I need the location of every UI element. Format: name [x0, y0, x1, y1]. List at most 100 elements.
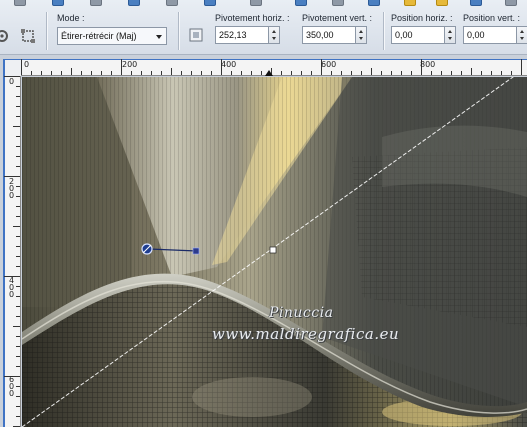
ruler-tick — [171, 68, 172, 75]
ruler-tick — [201, 71, 202, 75]
ruler-tick — [16, 186, 20, 187]
watermark-name: Pinuccia — [269, 305, 334, 321]
ruler-label: 800 — [420, 60, 436, 69]
ruler-tick — [16, 206, 20, 207]
tool-icon[interactable] — [404, 0, 416, 6]
ruler-tick — [16, 356, 20, 357]
ruler-tick — [261, 71, 262, 75]
tool-icon[interactable] — [505, 0, 517, 6]
ruler-label: 0 — [9, 77, 15, 86]
pivot-v-stepper[interactable] — [356, 26, 367, 44]
ruler-tick — [16, 86, 20, 87]
ruler-tick — [16, 336, 20, 337]
ruler-tick — [101, 71, 102, 75]
ruler-tick — [81, 71, 82, 75]
ruler-tick — [16, 266, 20, 267]
ruler-marker-icon — [265, 70, 273, 76]
ruler-tick — [501, 71, 502, 75]
pos-v-label: Position vert. : — [463, 13, 521, 23]
tool-icon[interactable] — [166, 0, 178, 6]
ruler-tick — [431, 71, 432, 75]
tool-icon[interactable] — [332, 0, 344, 6]
ruler-tick — [16, 236, 20, 237]
ruler-tick — [16, 296, 20, 297]
tool-icon[interactable] — [470, 0, 482, 6]
vertical-ruler: 0 2 0 0 4 0 0 6 0 0 — [3, 76, 21, 427]
pick-tool-icon[interactable] — [188, 27, 204, 43]
ruler-tick — [131, 71, 132, 75]
pos-h-label: Position horiz. : — [391, 13, 453, 23]
tool-icon[interactable] — [204, 0, 216, 6]
ruler-tick — [16, 396, 20, 397]
pivot-h-input[interactable]: 252,13 — [215, 26, 269, 44]
mode-dropdown[interactable]: Étirer-rétrécir (Maj) — [57, 27, 167, 45]
chevron-down-icon — [156, 35, 162, 39]
ruler-tick — [91, 71, 92, 75]
ruler-tick — [16, 306, 20, 307]
ruler-tick — [31, 71, 32, 75]
ruler-tick — [191, 71, 192, 75]
ruler-tick — [391, 71, 392, 75]
ruler-tick — [491, 71, 492, 75]
ruler-tick — [111, 71, 112, 75]
ruler-tick — [481, 71, 482, 75]
ruler-tick — [16, 256, 20, 257]
ruler-label: 400 — [221, 60, 237, 69]
tool-icon[interactable] — [368, 0, 380, 6]
ruler-tick — [211, 71, 212, 75]
ruler-tick — [13, 226, 20, 227]
mode-dropdown-value: Étirer-rétrécir (Maj) — [61, 31, 137, 41]
rotate-icon[interactable] — [0, 28, 10, 44]
tool-icon[interactable] — [52, 0, 64, 6]
ruler-tick — [41, 71, 42, 75]
pos-h-input[interactable]: 0,00 — [391, 26, 445, 44]
ruler-tick — [16, 416, 20, 417]
tool-icon[interactable] — [128, 0, 140, 6]
tool-icon[interactable] — [436, 0, 448, 6]
ruler-corner — [3, 59, 21, 76]
ruler-tick — [311, 71, 312, 75]
watermark-site: www.maldiregrafica.eu — [212, 325, 400, 343]
canvas-window: 0 200 400 600 800 0 2 0 0 4 0 0 6 0 0 Pi… — [0, 55, 527, 427]
ruler-label: 6 0 0 — [9, 375, 15, 398]
pivot-v-input[interactable]: 350,00 — [302, 26, 356, 44]
ruler-tick — [451, 71, 452, 75]
stretch-icon[interactable] — [20, 28, 36, 44]
ruler-tick — [521, 59, 522, 75]
ruler-tick — [16, 166, 20, 167]
ruler-tick — [251, 71, 252, 75]
ruler-tick — [351, 71, 352, 75]
ruler-tick — [16, 406, 20, 407]
ruler-tick — [16, 96, 20, 97]
pos-h-stepper[interactable] — [445, 26, 456, 44]
ruler-tick — [291, 71, 292, 75]
ruler-tick — [301, 71, 302, 75]
ruler-tick — [71, 68, 72, 75]
pivot-h-stepper[interactable] — [269, 26, 280, 44]
ruler-tick — [381, 71, 382, 75]
pos-v-stepper[interactable] — [517, 26, 527, 44]
tool-icon[interactable] — [14, 0, 26, 6]
ruler-tick — [13, 126, 20, 127]
ruler-label: 4 0 0 — [9, 276, 15, 299]
horizontal-ruler: 0 200 400 600 800 — [21, 59, 527, 76]
pivot-h-label: Pivotement horiz. : — [215, 13, 290, 23]
ruler-tick — [16, 156, 20, 157]
image-canvas[interactable]: Pinuccia www.maldiregrafica.eu — [22, 77, 527, 427]
tool-icon[interactable] — [250, 0, 262, 6]
ruler-tick — [13, 326, 20, 327]
ruler-label: 600 — [321, 60, 337, 69]
ruler-tick — [141, 71, 142, 75]
tool-icon[interactable] — [90, 0, 102, 6]
ruler-tick — [511, 71, 512, 75]
ruler-tick — [341, 71, 342, 75]
ruler-tick — [161, 71, 162, 75]
ruler-tick — [371, 68, 372, 75]
mode-label: Mode : — [57, 13, 85, 23]
ruler-tick — [241, 71, 242, 75]
pos-v-input[interactable]: 0,00 — [463, 26, 517, 44]
ruler-tick — [181, 71, 182, 75]
ruler-tick — [361, 71, 362, 75]
tool-icon[interactable] — [295, 0, 307, 6]
ruler-tick — [411, 71, 412, 75]
